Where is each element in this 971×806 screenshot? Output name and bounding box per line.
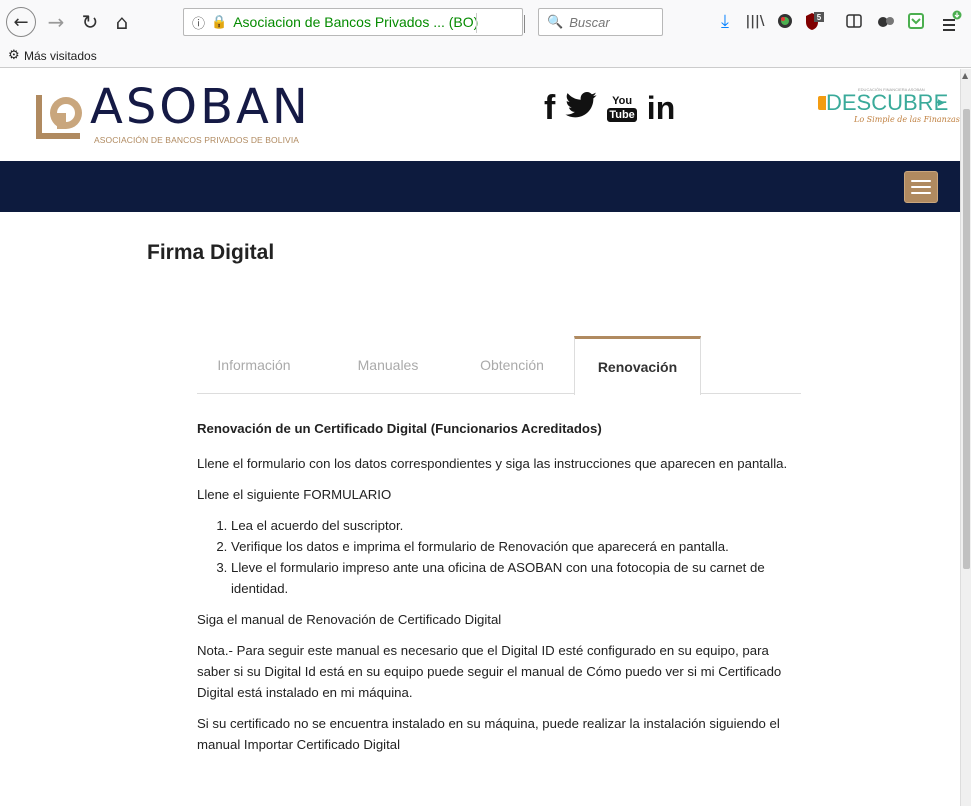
hamburger-menu-button[interactable] (904, 171, 938, 203)
url-bar[interactable]: ⓘ 🔒 Asociacion de Bancos Privados ... (B… (183, 8, 525, 36)
page-title: Firma Digital (147, 241, 275, 264)
content-heading: Renovación de un Certificado Digital (Fu… (197, 421, 602, 436)
tab-content: Renovación de un Certificado Digital (Fu… (197, 418, 801, 765)
hamburger-line (911, 192, 931, 194)
bookmarks-bar: ⚙ Más visitados (0, 44, 971, 68)
logo-text[interactable]: ASOBAN (90, 79, 311, 135)
paragraph-manual: Siga el manual de Renovación de Certific… (197, 612, 502, 627)
youtube-tube-text: Tube (607, 107, 637, 122)
twitter-icon[interactable] (565, 92, 597, 124)
tab-bar: Información Manuales Obtención Renovació… (197, 336, 801, 395)
vertical-scrollbar[interactable]: ▲ (960, 69, 971, 806)
tab-manuales[interactable]: Manuales (326, 336, 450, 394)
ublock-count: 5 (817, 13, 822, 22)
info-icon[interactable]: ⓘ (192, 13, 205, 32)
hamburger-line (911, 186, 931, 188)
home-button[interactable]: ⌂ (110, 8, 134, 36)
logo-subtitle: ASOCIACIÓN DE BANCOS PRIVADOS DE BOLIVIA (94, 135, 300, 145)
reload-button[interactable]: ↻ (78, 8, 102, 36)
paragraph-nota: Nota.- Para seguir este manual es necesa… (197, 643, 782, 700)
lock-icon[interactable]: 🔒 (211, 15, 227, 30)
tab-obtencion[interactable]: Obtención (450, 336, 574, 394)
back-button[interactable]: ← (6, 7, 36, 37)
youtube-icon[interactable]: You Tube (607, 94, 637, 122)
play-arrow-icon: ▶ (938, 98, 945, 108)
scrollbar-thumb[interactable] (963, 109, 970, 569)
site-header: ASOBAN ASOCIACIÓN DE BANCOS PRIVADOS DE … (0, 69, 960, 161)
extension-mask-icon[interactable] (875, 10, 897, 32)
main-navbar (0, 161, 960, 212)
asoban-logo-icon[interactable] (36, 87, 88, 139)
menu-icon[interactable] (940, 10, 962, 32)
list-item: Lea el acuerdo del suscriptor. (231, 515, 801, 536)
search-bar[interactable]: 🔍 Buscar (538, 8, 663, 36)
paragraph-instalacion: Si su certificado no se encuentra instal… (197, 716, 780, 752)
url-text: Asociacion de Bancos Privados ... (BO) (233, 14, 479, 30)
reader-icon[interactable] (843, 10, 865, 32)
page-viewport: ASOBAN ASOCIACIÓN DE BANCOS PRIVADOS DE … (0, 69, 960, 806)
paragraph-formulario: Llene el siguiente FORMULARIO (197, 487, 392, 502)
social-links: f You Tube in (544, 91, 675, 125)
browser-toolbar: ← → ↻ ⌂ ⓘ 🔒 Asociacion de Bancos Privado… (0, 0, 971, 44)
descubre-logo[interactable]: EDUCACIÓN FINANCIERA ASOBAN DESCUBRE ▶ L… (818, 87, 960, 137)
hamburger-line (911, 180, 931, 182)
search-placeholder: Buscar (569, 14, 610, 30)
download-icon[interactable]: ⤓ (714, 10, 736, 32)
list-item: Lleve el formulario impreso ante una ofi… (231, 557, 801, 599)
descubre-tagline: Lo Simple de las Finanzas (854, 115, 960, 124)
youtube-you-text: You (612, 94, 633, 107)
bookmark-mas-visitados[interactable]: Más visitados (24, 49, 97, 63)
url-end-divider (524, 15, 525, 33)
forward-button[interactable]: → (44, 8, 68, 36)
extension-color-icon[interactable] (774, 10, 796, 32)
gear-icon: ⚙ (8, 48, 20, 63)
url-divider (476, 13, 477, 33)
steps-list: Lea el acuerdo del suscriptor. Verifique… (231, 515, 801, 599)
linkedin-icon[interactable]: in (647, 92, 675, 124)
descubre-bar (818, 96, 826, 110)
tab-informacion[interactable]: Información (197, 336, 311, 394)
facebook-icon[interactable]: f (544, 91, 555, 125)
paragraph: Llene el formulario con los datos corres… (197, 456, 788, 471)
descubre-word: DESCUBRE (826, 90, 949, 115)
ublock-icon[interactable]: 5 (803, 10, 825, 32)
scroll-up-arrow-icon[interactable]: ▲ (962, 71, 968, 80)
pocket-icon[interactable] (905, 10, 927, 32)
search-icon: 🔍 (547, 14, 564, 29)
library-icon[interactable]: |||\ (744, 10, 766, 32)
list-item: Verifique los datos e imprima el formula… (231, 536, 801, 557)
tab-renovacion[interactable]: Renovación (574, 336, 701, 395)
